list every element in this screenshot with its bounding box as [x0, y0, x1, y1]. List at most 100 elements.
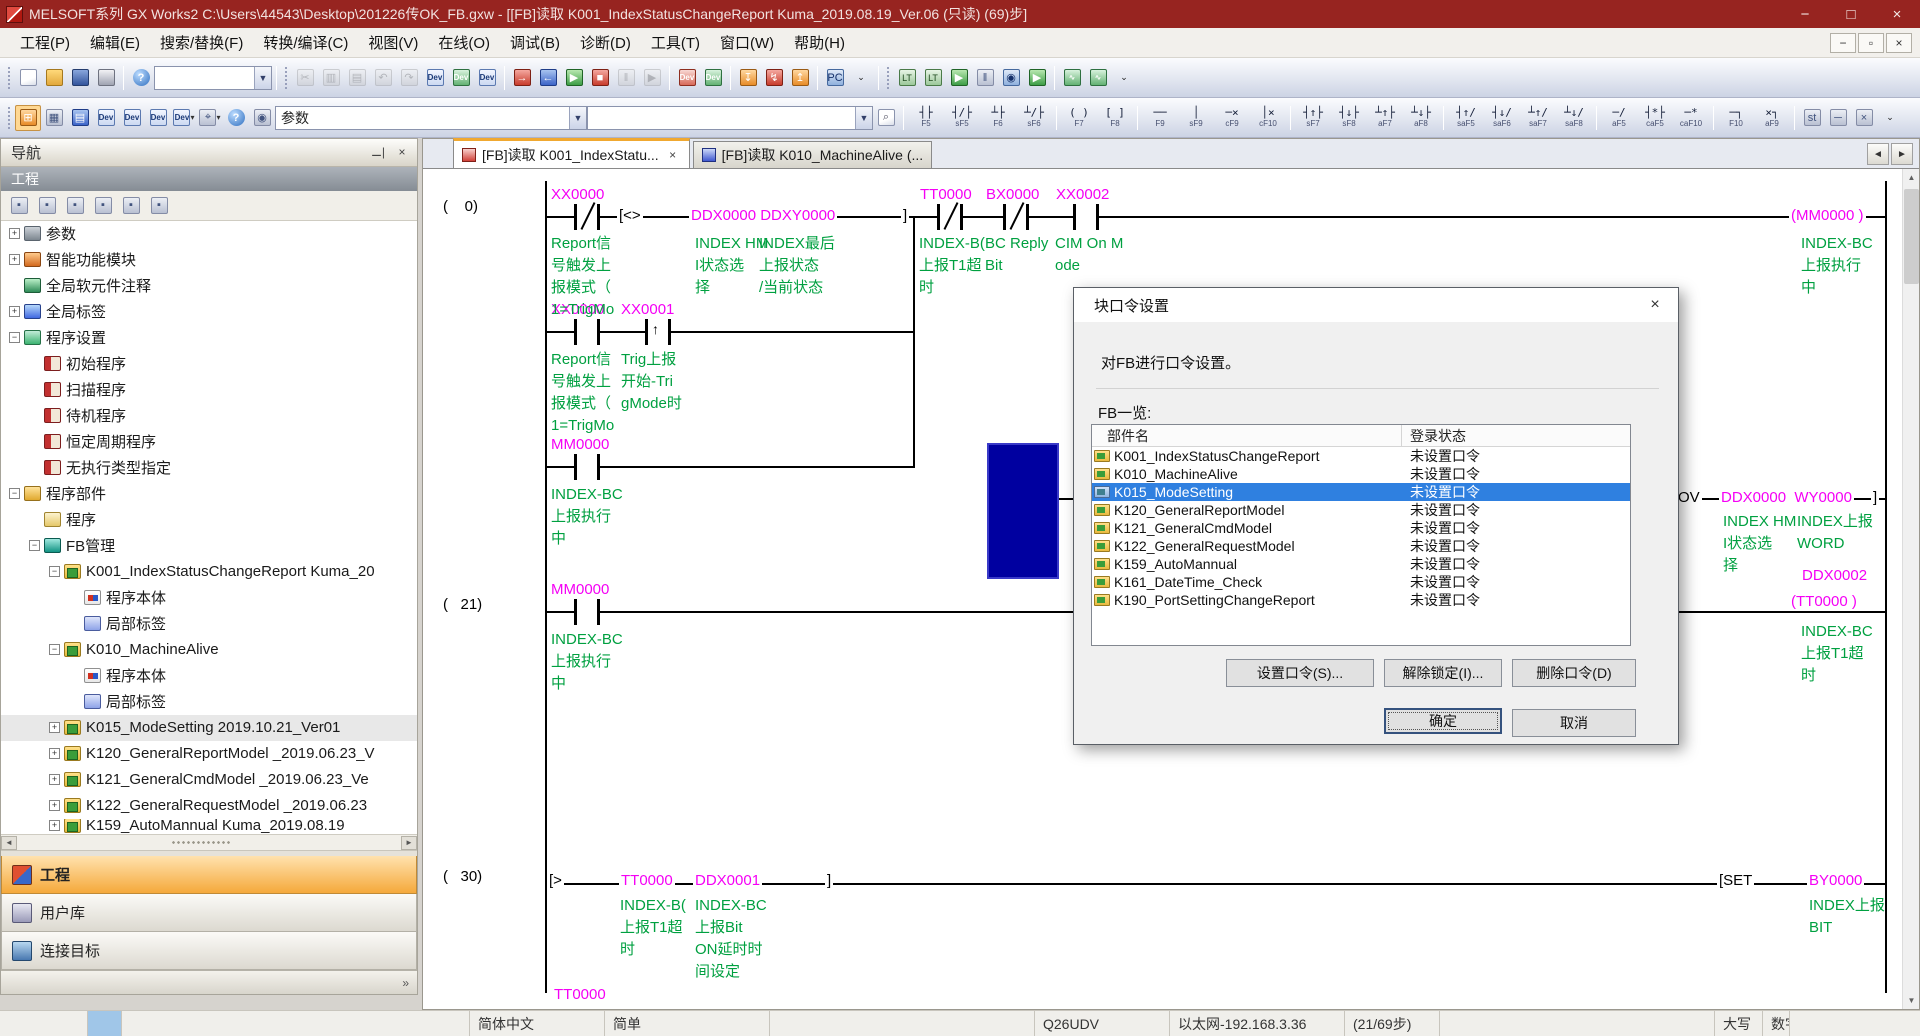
collapse-icon[interactable]: −: [9, 332, 20, 343]
column-header-name[interactable]: 部件名: [1092, 425, 1402, 446]
remote-operation-button[interactable]: PC: [822, 65, 848, 91]
tree-item-6[interactable]: 扫描程序: [1, 377, 417, 403]
toolbar-grip[interactable]: [7, 66, 12, 90]
copy-button[interactable]: ▥: [318, 65, 344, 91]
ladder-text[interactable]: ( 21): [443, 596, 482, 614]
expand-icon[interactable]: +: [49, 722, 60, 733]
device-comment-button[interactable]: Dev: [422, 65, 448, 91]
toolbar-grip[interactable]: [284, 66, 289, 90]
toolbar-grip[interactable]: [7, 106, 12, 130]
device-memory-button[interactable]: Dev: [448, 65, 474, 91]
fb-list-row-K121_GeneralCmdModel[interactable]: K121_GeneralCmdModel未设置口令: [1092, 519, 1630, 537]
fb-list-row-K159_AutoMannual[interactable]: K159_AutoMannual未设置口令: [1092, 555, 1630, 573]
ladder-symbol-aF7-button[interactable]: ┴↑├aF7: [1367, 102, 1403, 134]
minimize-button[interactable]: −: [1782, 0, 1828, 28]
browse-button[interactable]: ⌕: [873, 105, 899, 131]
tree-item-23[interactable]: +K159_AutoMannual Kuma_2019.08.19: [1, 819, 417, 833]
tree-item-15[interactable]: 局部标签: [1, 611, 417, 637]
edit-line-button[interactable]: ─: [1825, 105, 1851, 131]
device-label[interactable]: MM0000: [551, 581, 609, 599]
help2-button[interactable]: ?: [223, 105, 249, 131]
ladder-text[interactable]: ( 0): [443, 198, 478, 216]
fb-list-row-K001_IndexStatusChangeReport[interactable]: K001_IndexStatusChangeReport未设置口令: [1092, 447, 1630, 465]
mdi-close-icon[interactable]: ×: [1886, 33, 1912, 53]
device-statement-button[interactable]: Dev: [474, 65, 500, 91]
simulation-start-button[interactable]: ▶: [946, 65, 972, 91]
ladder-symbol-F7-button[interactable]: ( )F7: [1061, 102, 1097, 134]
open-project-button[interactable]: [41, 65, 67, 91]
tab-scroll-right-icon[interactable]: ►: [1891, 143, 1913, 165]
find-string-combo-dropdown-icon[interactable]: ▼: [855, 107, 872, 129]
tree-item-11[interactable]: 程序: [1, 507, 417, 533]
read-from-plc-button[interactable]: ←: [535, 65, 561, 91]
ladder-symbol-F6-button[interactable]: ┴├F6: [980, 102, 1016, 134]
mdi-minimize-icon[interactable]: −: [1830, 33, 1856, 53]
expand-icon[interactable]: +: [9, 306, 20, 317]
copy-button[interactable]: ▪: [35, 193, 59, 217]
toolbar-overflow-icon[interactable]: ⌄: [1111, 65, 1137, 91]
monitor-stop-button[interactable]: ■: [587, 65, 613, 91]
trace-setting-button[interactable]: ∿: [1085, 65, 1111, 91]
menu-item-7[interactable]: 诊断(D): [570, 28, 641, 57]
navigation-window-button[interactable]: ⊞: [15, 105, 41, 131]
ladder-contact-nc[interactable]: [1003, 204, 1029, 230]
close-panel-icon[interactable]: ×: [393, 143, 411, 161]
ladder-symbol-caF5-button[interactable]: ┤*├caF5: [1637, 102, 1673, 134]
ladder-contact-no[interactable]: [1073, 204, 1099, 230]
device-label[interactable]: XX0001: [621, 301, 674, 319]
ladder-symbol-F9-button[interactable]: ──F9: [1142, 102, 1178, 134]
ladder-logic-test-stop-button[interactable]: LT: [920, 65, 946, 91]
tree-item-7[interactable]: 待机程序: [1, 403, 417, 429]
find-target-combo-dropdown-icon[interactable]: ▼: [569, 107, 586, 129]
navigation-overflow-strip[interactable]: »: [1, 970, 417, 994]
pin-icon[interactable]: ⚊|: [369, 143, 387, 161]
menu-item-1[interactable]: 编辑(E): [80, 28, 150, 57]
ladder-text[interactable]: OV: [1676, 489, 1702, 507]
ladder-symbol-sF5-button[interactable]: ┤/├sF5: [944, 102, 980, 134]
device-batch-monitor-button[interactable]: Dev: [674, 65, 700, 91]
document-tab-1[interactable]: [FB]读取 K010_MachineAlive (...: [693, 141, 933, 168]
ladder-contact-no[interactable]: [574, 599, 600, 625]
expand-icon[interactable]: +: [9, 228, 20, 239]
menu-item-2[interactable]: 搜索/替换(F): [150, 28, 253, 57]
module-configuration-button[interactable]: ▦: [41, 105, 67, 131]
tree-item-10[interactable]: −程序部件: [1, 481, 417, 507]
tree-item-3[interactable]: +全局标签: [1, 299, 417, 325]
monitor-resume-button[interactable]: ▶: [639, 65, 665, 91]
tree-item-17[interactable]: 程序本体: [1, 663, 417, 689]
toolbar-overflow-icon[interactable]: ⌄: [1877, 105, 1903, 131]
tree-item-12[interactable]: −FB管理: [1, 533, 417, 559]
fb-list-row-K122_GeneralRequestModel[interactable]: K122_GeneralRequestModel未设置口令: [1092, 537, 1630, 555]
ladder-symbol-F10-button[interactable]: ─┐F10: [1718, 102, 1754, 134]
device-test-button[interactable]: Dev: [700, 65, 726, 91]
scrollbar-thumb[interactable]: [1904, 189, 1919, 284]
device-label[interactable]: (MM0000 ): [1789, 207, 1866, 225]
ladder-symbol-F8-button[interactable]: [ ]F8: [1097, 102, 1133, 134]
scroll-down-icon[interactable]: ▼: [1903, 992, 1919, 1009]
tree-item-19[interactable]: +K015_ModeSetting 2019.10.21_Ver01: [1, 715, 417, 741]
scroll-up-icon[interactable]: ▲: [1903, 169, 1919, 186]
quick-find-combo-dropdown-icon[interactable]: ▼: [254, 67, 271, 89]
device-display-icon-dropdown-icon[interactable]: ▾: [190, 113, 194, 122]
device-label[interactable]: DDX0000 WY0000: [1719, 489, 1854, 507]
menu-item-10[interactable]: 帮助(H): [784, 28, 855, 57]
scroll-right-icon[interactable]: ►: [401, 836, 417, 850]
cross-reference-button[interactable]: ◉: [249, 105, 275, 131]
mdi-restore-icon[interactable]: ▫: [1858, 33, 1884, 53]
ladder-contact-no[interactable]: [574, 454, 600, 480]
nav-view-button-工程[interactable]: 工程: [1, 856, 417, 894]
ladder-symbol-aF5-button[interactable]: ─/aF5: [1601, 102, 1637, 134]
ladder-symbol-caF10-button[interactable]: ─*caF10: [1673, 102, 1709, 134]
ladder-symbol-sF7-button[interactable]: ┤↑├sF7: [1295, 102, 1331, 134]
redo-button[interactable]: ↷: [396, 65, 422, 91]
device-search-button[interactable]: ⌖▾: [197, 105, 223, 131]
menu-item-0[interactable]: 工程(P): [10, 28, 80, 57]
device-search-icon-dropdown-icon[interactable]: ▾: [216, 113, 220, 122]
ladder-symbol-aF9-button[interactable]: ×┐aF9: [1754, 102, 1790, 134]
write-to-plc-button[interactable]: →: [509, 65, 535, 91]
ladder-symbol-saF8-button[interactable]: ┴↓/saF8: [1556, 102, 1592, 134]
tree-item-22[interactable]: +K122_GeneralRequestModel _2019.06.23: [1, 793, 417, 819]
fb-list-row-K010_MachineAlive[interactable]: K010_MachineAlive未设置口令: [1092, 465, 1630, 483]
toolbar-overflow-icon[interactable]: ⌄: [848, 65, 874, 91]
ladder-symbol-saF7-button[interactable]: ┴↑/saF7: [1520, 102, 1556, 134]
